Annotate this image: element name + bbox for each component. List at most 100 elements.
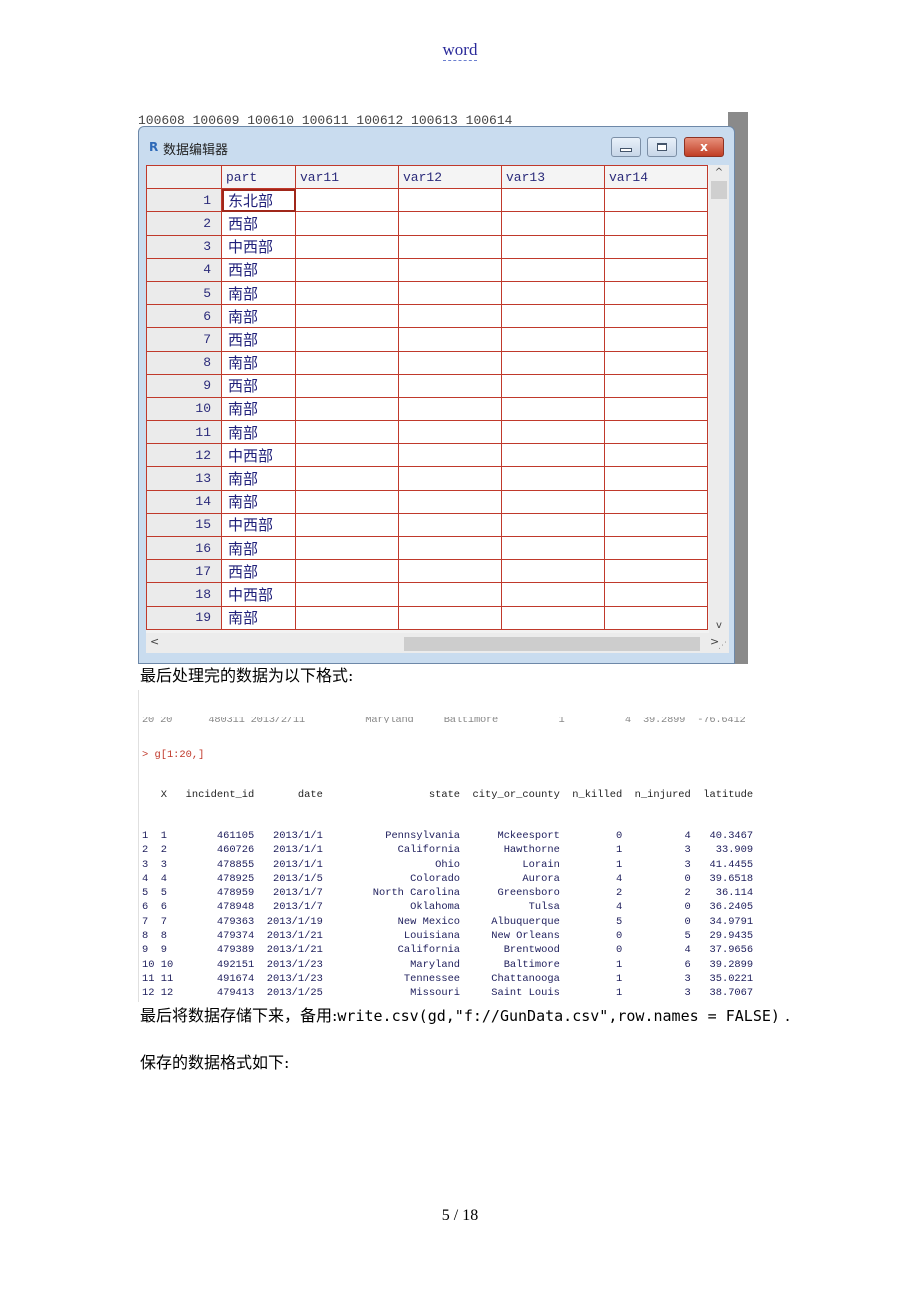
row-number[interactable]: 16 — [146, 535, 222, 561]
row-number[interactable]: 17 — [146, 559, 222, 584]
horizontal-scrollbar[interactable]: < > — [146, 633, 729, 653]
cell-var11[interactable] — [295, 582, 399, 607]
cell-part[interactable]: 中西部 — [221, 234, 296, 259]
cell-var13[interactable] — [501, 605, 605, 630]
cell-var11[interactable] — [295, 327, 399, 352]
cell-part[interactable]: 中西部 — [221, 512, 296, 538]
row-number[interactable]: 8 — [146, 350, 222, 375]
cell-var12[interactable] — [398, 396, 502, 422]
cell-var13[interactable] — [501, 535, 605, 561]
cell-var13[interactable] — [501, 582, 605, 607]
cell-var11[interactable] — [295, 280, 399, 306]
cell-var14[interactable] — [604, 489, 708, 514]
cell-var14[interactable] — [604, 350, 708, 375]
cell-part[interactable]: 南部 — [221, 396, 296, 422]
vertical-scroll-thumb[interactable] — [711, 181, 727, 199]
cell-var14[interactable] — [604, 466, 708, 491]
row-number[interactable]: 15 — [146, 512, 222, 538]
row-number[interactable]: 4 — [146, 257, 222, 282]
column-header-var12[interactable]: var12 — [398, 164, 502, 190]
close-button[interactable]: x — [684, 137, 724, 157]
cell-var12[interactable] — [398, 489, 502, 514]
row-number[interactable]: 19 — [146, 605, 222, 630]
cell-var12[interactable] — [398, 582, 502, 607]
cell-var13[interactable] — [501, 396, 605, 422]
cell-part[interactable]: 南部 — [221, 350, 296, 375]
cell-var11[interactable] — [295, 373, 399, 398]
cell-var13[interactable] — [501, 234, 605, 259]
cell-part[interactable]: 西部 — [221, 373, 296, 398]
cell-var13[interactable] — [501, 327, 605, 352]
row-number[interactable]: 10 — [146, 396, 222, 422]
resize-grip-icon[interactable]: ⋰ — [718, 641, 727, 651]
cell-var11[interactable] — [295, 443, 399, 468]
cell-var13[interactable] — [501, 188, 605, 213]
cell-var14[interactable] — [604, 396, 708, 422]
cell-var12[interactable] — [398, 304, 502, 329]
cell-var14[interactable] — [604, 304, 708, 329]
row-number[interactable]: 18 — [146, 582, 222, 607]
row-number[interactable]: 6 — [146, 304, 222, 329]
cell-part[interactable]: 中西部 — [221, 582, 296, 607]
cell-var14[interactable] — [604, 234, 708, 259]
cell-part[interactable]: 东北部 — [221, 188, 296, 213]
cell-var12[interactable] — [398, 234, 502, 259]
cell-var13[interactable] — [501, 420, 605, 445]
cell-var11[interactable] — [295, 489, 399, 514]
row-number[interactable]: 7 — [146, 327, 222, 352]
cell-var11[interactable] — [295, 188, 399, 213]
cell-var11[interactable] — [295, 605, 399, 630]
row-number[interactable]: 12 — [146, 443, 222, 468]
cell-var12[interactable] — [398, 535, 502, 561]
cell-var11[interactable] — [295, 512, 399, 538]
cell-var12[interactable] — [398, 280, 502, 306]
cell-var12[interactable] — [398, 211, 502, 236]
cell-var12[interactable] — [398, 350, 502, 375]
cell-part[interactable]: 南部 — [221, 605, 296, 630]
cell-part[interactable]: 南部 — [221, 304, 296, 329]
cell-var13[interactable] — [501, 512, 605, 538]
cell-part[interactable]: 南部 — [221, 535, 296, 561]
scroll-down-icon[interactable]: v — [709, 620, 729, 631]
cell-var14[interactable] — [604, 257, 708, 282]
cell-var13[interactable] — [501, 466, 605, 491]
cell-var14[interactable] — [604, 605, 708, 630]
cell-var13[interactable] — [501, 280, 605, 306]
cell-var12[interactable] — [398, 188, 502, 213]
row-number[interactable]: 13 — [146, 466, 222, 491]
cell-var13[interactable] — [501, 373, 605, 398]
cell-var14[interactable] — [604, 582, 708, 607]
cell-var14[interactable] — [604, 559, 708, 584]
maximize-button[interactable] — [647, 137, 677, 157]
cell-var14[interactable] — [604, 211, 708, 236]
cell-part[interactable]: 西部 — [221, 559, 296, 584]
row-number[interactable]: 14 — [146, 489, 222, 514]
cell-part[interactable]: 西部 — [221, 257, 296, 282]
cell-var12[interactable] — [398, 559, 502, 584]
cell-var11[interactable] — [295, 234, 399, 259]
row-number[interactable]: 11 — [146, 420, 222, 445]
scroll-up-icon[interactable]: ^ — [709, 167, 729, 178]
cell-var12[interactable] — [398, 466, 502, 491]
cell-var11[interactable] — [295, 396, 399, 422]
row-number[interactable]: 5 — [146, 280, 222, 306]
horizontal-scroll-thumb[interactable] — [404, 637, 700, 651]
cell-var11[interactable] — [295, 257, 399, 282]
cell-var11[interactable] — [295, 304, 399, 329]
cell-var12[interactable] — [398, 605, 502, 630]
cell-var13[interactable] — [501, 559, 605, 584]
cell-var14[interactable] — [604, 443, 708, 468]
cell-var11[interactable] — [295, 466, 399, 491]
row-number[interactable]: 1 — [146, 188, 222, 213]
cell-var12[interactable] — [398, 420, 502, 445]
scroll-left-icon[interactable]: < — [150, 635, 159, 648]
cell-var13[interactable] — [501, 350, 605, 375]
column-header-var11[interactable]: var11 — [295, 164, 399, 190]
cell-var14[interactable] — [604, 420, 708, 445]
column-header-part[interactable]: part — [221, 164, 296, 190]
cell-var14[interactable] — [604, 373, 708, 398]
cell-var12[interactable] — [398, 257, 502, 282]
cell-var14[interactable] — [604, 535, 708, 561]
vertical-scrollbar[interactable]: ^ v — [709, 165, 729, 633]
cell-var13[interactable] — [501, 443, 605, 468]
